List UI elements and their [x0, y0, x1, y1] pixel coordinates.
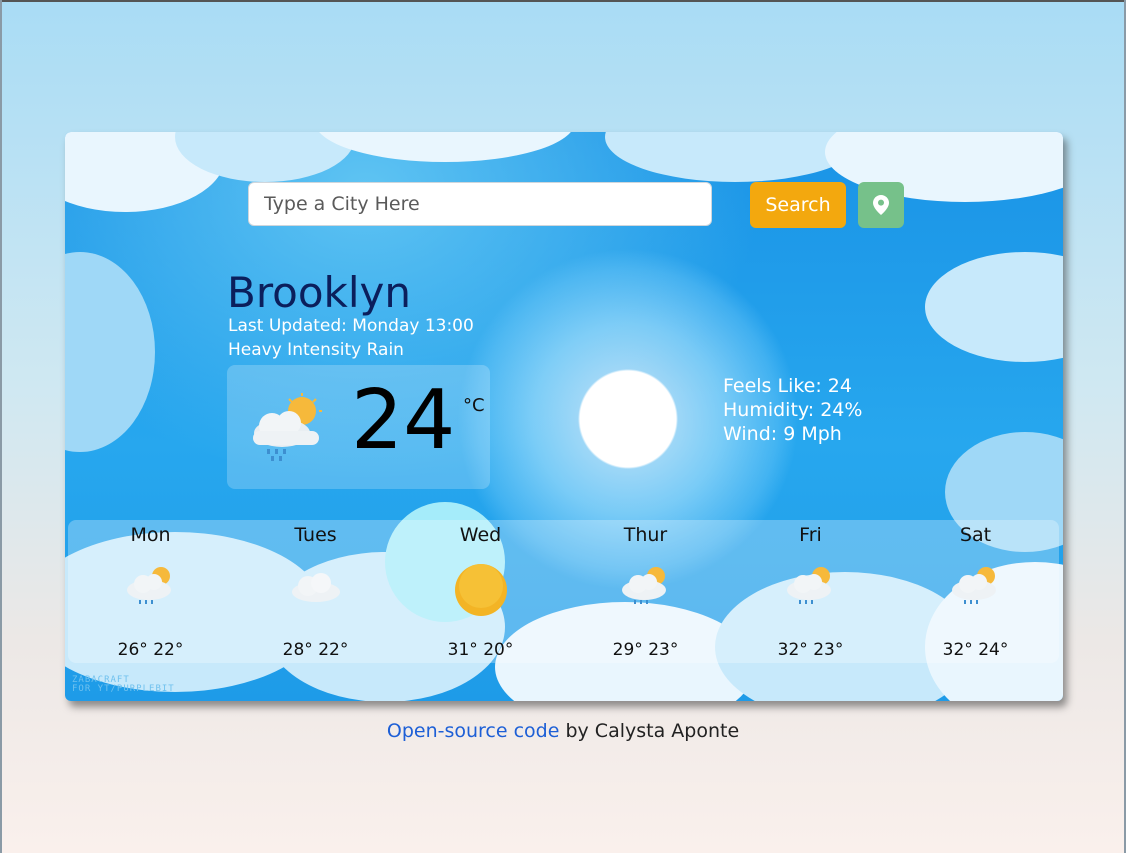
forecast-day: Thur 29° 23° [563, 520, 728, 663]
map-pin-icon [873, 195, 889, 215]
open-source-link[interactable]: Open-source code [387, 720, 560, 742]
forecast-temp-range: 32° 24° [942, 640, 1009, 660]
forecast-day: Wed 31° 20° [398, 520, 563, 663]
sun-icon [453, 562, 509, 622]
forecast-day: Fri 32° 23° [728, 520, 893, 663]
footer-credit: Open-source code by Calysta Aponte [0, 720, 1126, 742]
cloud-icon [288, 562, 344, 612]
forecast-day: Sat 32° 24° [893, 520, 1058, 663]
current-weather-box: 24 °C [227, 365, 490, 489]
forecast-day-name: Fri [799, 524, 822, 546]
forecast-day-name: Wed [459, 524, 502, 546]
forecast-temp-range: 32° 23° [777, 640, 844, 660]
current-temperature: 24 [351, 373, 456, 468]
forecast-day-name: Thur [623, 524, 668, 546]
rain-cloud-sun-icon [948, 562, 1004, 612]
location-button[interactable] [858, 182, 904, 228]
forecast-temp-range: 31° 20° [447, 640, 514, 660]
forecast-day-name: Sat [959, 524, 992, 546]
forecast-temp-range: 28° 22° [282, 640, 349, 660]
rain-cloud-sun-icon [247, 393, 327, 467]
humidity: Humidity: 24% [723, 399, 863, 421]
forecast-temp-range: 29° 23° [612, 640, 679, 660]
weather-card: Search Brooklyn Last Updated: Monday 13:… [65, 132, 1063, 701]
footer-author: by Calysta Aponte [559, 720, 740, 742]
forecast-panel: Mon 26° 22° Tues 28° 22° Wed 31° 20° Thu… [68, 520, 1059, 663]
city-name: Brooklyn [227, 268, 412, 317]
last-updated: Last Updated: Monday 13:00 [228, 316, 474, 336]
rain-cloud-sun-icon [123, 562, 179, 612]
feels-like: Feels Like: 24 [723, 375, 852, 397]
forecast-temp-range: 26° 22° [117, 640, 184, 660]
search-button[interactable]: Search [750, 182, 846, 228]
forecast-day: Mon 26° 22° [68, 520, 233, 663]
rain-cloud-sun-icon [783, 562, 839, 612]
city-search-input[interactable] [248, 182, 712, 226]
art-credit: ZABACRAFT FOR YT/PURPLEBIT [72, 676, 175, 694]
weather-description: Heavy Intensity Rain [228, 340, 404, 360]
rain-cloud-sun-icon [618, 562, 674, 612]
forecast-day: Tues 28° 22° [233, 520, 398, 663]
weather-details: Feels Like: 24 Humidity: 24% Wind: 9 Mph [723, 374, 862, 446]
temperature-unit: °C [463, 395, 485, 416]
window-top-border [0, 0, 1126, 2]
forecast-day-name: Tues [294, 524, 337, 546]
art-credit-line: FOR YT/PURPLEBIT [72, 684, 175, 694]
wind-speed: Wind: 9 Mph [723, 423, 842, 445]
forecast-day-name: Mon [130, 524, 171, 546]
